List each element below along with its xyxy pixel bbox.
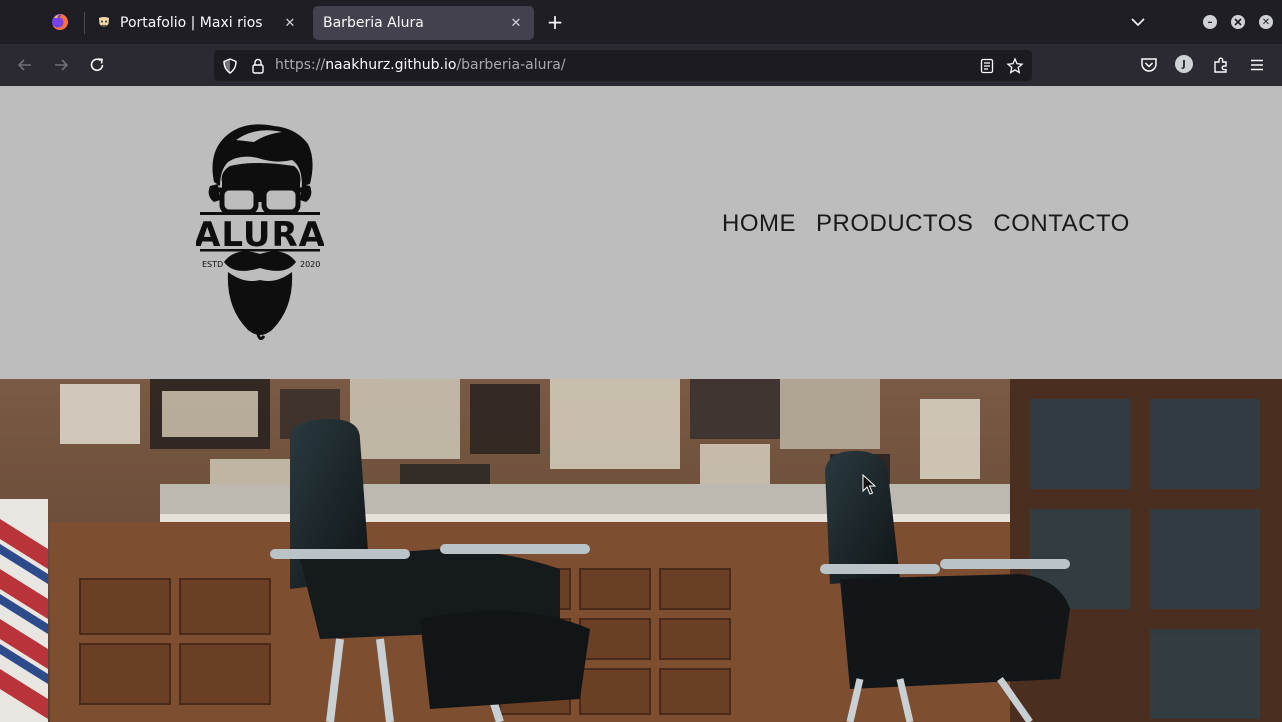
back-icon[interactable] [14,54,36,76]
url-host: naakhurz.github.io [325,57,457,73]
shield-icon[interactable] [221,57,239,75]
maximize-button[interactable] [1231,15,1245,29]
mask-icon [96,15,112,31]
tab-title: Barberia Alura [323,15,424,31]
page-content: ALURA ESTD 2020 HOME PRODUCTOS CONTACTO [0,86,1282,722]
main-nav: HOME PRODUCTOS CONTACTO [722,210,1130,238]
maximize-icon [1234,18,1242,26]
close-window-button[interactable]: ✕ [1259,15,1273,29]
logo-year-text: 2020 [300,260,320,269]
tab-bar: Portafolio | Maxi rios ✕ Barberia Alura … [0,0,1282,44]
logo-estd-text: ESTD [202,260,223,269]
pocket-icon[interactable] [1139,55,1159,75]
extensions-icon[interactable] [1211,55,1231,75]
url-bar[interactable]: https://naakhurz.github.io/barberia-alur… [214,50,1032,81]
tab-separator [84,12,85,34]
forward-icon[interactable] [50,54,72,76]
reader-view-icon[interactable] [978,57,996,75]
barbershop-interior-photo [0,379,1282,722]
lock-icon[interactable] [249,57,267,75]
url-path: /barberia-alura/ [456,57,566,73]
hamburger-menu-icon[interactable] [1247,55,1267,75]
site-header: ALURA ESTD 2020 HOME PRODUCTOS CONTACTO [0,86,1282,379]
navigation-toolbar: https://naakhurz.github.io/barberia-alur… [0,44,1282,87]
tab-barberia[interactable]: Barberia Alura ✕ [313,6,534,40]
nav-productos-link[interactable]: PRODUCTOS [816,210,973,238]
url-scheme: https:// [275,57,326,73]
account-avatar[interactable]: J [1175,55,1193,73]
alura-logo[interactable]: ALURA ESTD 2020 [196,122,324,342]
firefox-icon[interactable] [50,12,70,32]
reload-icon[interactable] [86,54,108,76]
nav-home-link[interactable]: HOME [722,210,796,238]
url-text[interactable]: https://naakhurz.github.io/barberia-alur… [275,57,566,73]
new-tab-button[interactable]: + [545,12,565,32]
minimize-button[interactable]: – [1203,15,1217,29]
nav-contacto-link[interactable]: CONTACTO [993,210,1129,238]
hero-image [0,379,1282,722]
account-initial: J [1182,58,1186,70]
close-tab-icon[interactable]: ✕ [508,15,524,31]
mouse-cursor-icon [862,474,876,495]
bookmark-star-icon[interactable] [1006,57,1024,75]
list-all-tabs-icon[interactable] [1128,12,1148,32]
tab-portafolio[interactable]: Portafolio | Maxi rios ✕ [86,6,308,40]
close-tab-icon[interactable]: ✕ [282,15,298,31]
tab-title: Portafolio | Maxi rios [120,15,263,31]
